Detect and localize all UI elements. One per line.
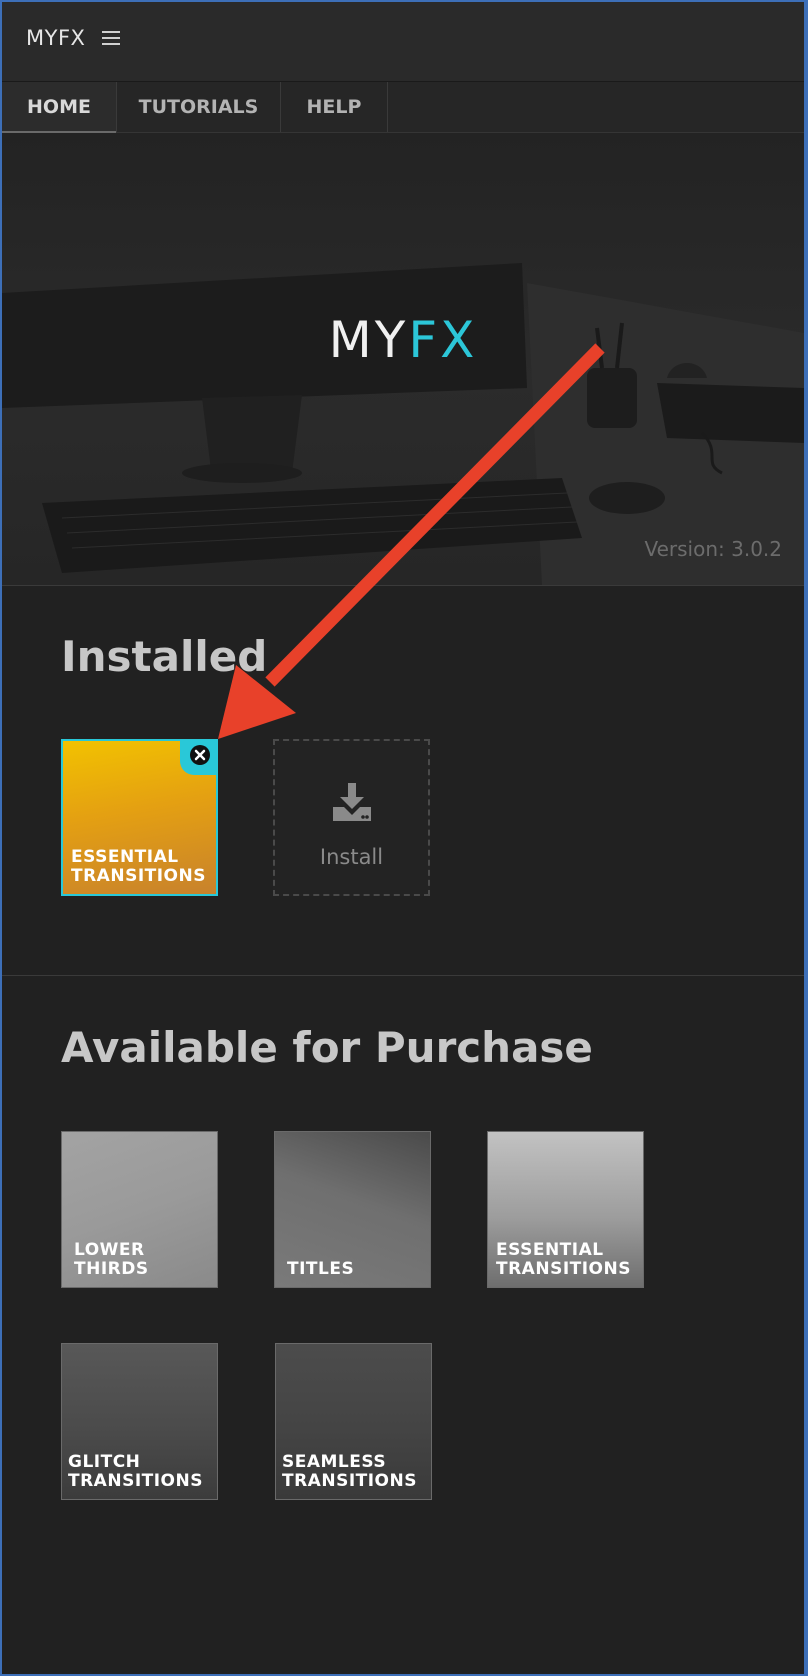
purchase-pack-glitch-transitions[interactable]: GLITCH TRANSITIONS [61, 1343, 218, 1500]
purchase-heading: Available for Purchase [61, 1023, 593, 1072]
close-icon [190, 745, 210, 765]
remove-pack-button[interactable] [180, 741, 216, 775]
tile-label: TITLES [287, 1259, 355, 1279]
installed-heading: Installed [61, 632, 268, 681]
installed-pack-essential-transitions[interactable]: ESSENTIAL TRANSITIONS [61, 739, 218, 896]
app-panel: MYFX HOME TUTORIALS HELP MYFX Version: 3… [0, 0, 808, 1676]
tile-label: LOWER THIRDS [74, 1240, 149, 1279]
section-divider [2, 975, 804, 976]
download-icon [331, 781, 373, 823]
tab-tutorials[interactable]: TUTORIALS [117, 82, 281, 132]
tab-bar: HOME TUTORIALS HELP [2, 82, 804, 133]
tab-home[interactable]: HOME [2, 82, 117, 133]
hamburger-menu-icon[interactable] [102, 30, 120, 46]
tile-label: SEAMLESS TRANSITIONS [282, 1452, 417, 1491]
tile-label: ESSENTIAL TRANSITIONS [496, 1240, 631, 1279]
purchase-pack-lower-thirds[interactable]: LOWER THIRDS [61, 1131, 218, 1288]
myfx-logo: MYFX [328, 311, 478, 369]
version-label: Version: 3.0.2 [644, 537, 782, 561]
purchase-pack-essential-transitions[interactable]: ESSENTIAL TRANSITIONS [487, 1131, 644, 1288]
tile-label: ESSENTIAL TRANSITIONS [71, 847, 206, 886]
tab-help[interactable]: HELP [281, 82, 388, 132]
install-label: Install [319, 845, 384, 869]
purchase-pack-titles[interactable]: TITLES [274, 1131, 431, 1288]
hero-banner: MYFX Version: 3.0.2 [2, 133, 804, 586]
tile-label: GLITCH TRANSITIONS [68, 1452, 203, 1491]
purchase-pack-seamless-transitions[interactable]: SEAMLESS TRANSITIONS [275, 1343, 432, 1500]
app-title: MYFX [26, 26, 86, 50]
title-bar: MYFX [2, 2, 804, 82]
install-button[interactable]: Install [273, 739, 430, 896]
